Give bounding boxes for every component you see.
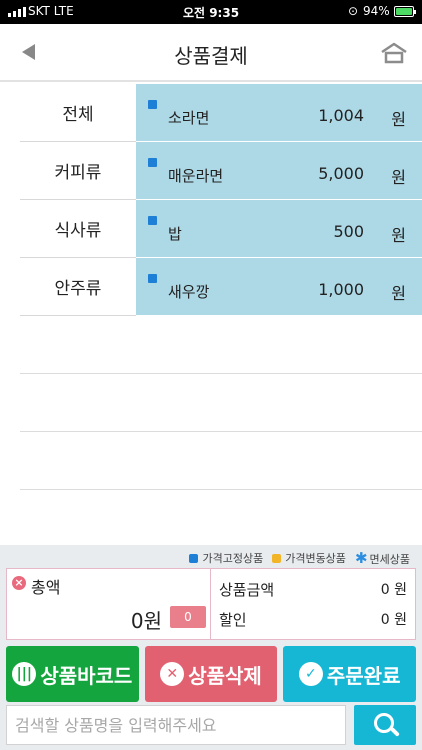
discount-value: 0 원 xyxy=(380,612,407,628)
fixed-price-swatch xyxy=(189,554,199,563)
category-label: 안주류 xyxy=(54,279,102,299)
search-input[interactable] xyxy=(6,705,346,745)
battery-icon xyxy=(394,6,416,17)
total-label: 총액 xyxy=(31,578,61,597)
category-list: 전체 커피류 식사류 안주류 xyxy=(20,84,136,316)
product-amount-row: 상품금액 0 원 xyxy=(219,574,407,604)
product-name: 소라면 xyxy=(168,109,210,127)
product-price: 500 xyxy=(333,222,364,241)
category-item-coffee[interactable]: 커피류 xyxy=(20,142,136,200)
product-name: 밥 xyxy=(168,225,182,243)
product-amount-label: 상품금액 xyxy=(219,580,275,599)
complete-order-button[interactable]: ✓ 주문완료 xyxy=(283,646,417,702)
empty-list-area xyxy=(20,316,422,490)
fixed-price-marker xyxy=(148,216,157,225)
product-price: 1,004 xyxy=(318,106,364,125)
search-button[interactable] xyxy=(354,705,416,745)
close-circle-icon: ✕ xyxy=(160,662,185,686)
total-amount-section: × 총액 0원 0 xyxy=(7,569,211,639)
price-unit: 원 xyxy=(391,284,406,303)
totals-box: × 총액 0원 0 상품금액 0 원 할인 0 원 xyxy=(6,568,416,640)
amount-detail-section: 상품금액 0 원 할인 0 원 xyxy=(211,569,415,639)
asterisk-icon: ✱ xyxy=(354,549,368,567)
product-price: 5,000 xyxy=(318,164,364,183)
status-bar: SKT LTE 오전 9:35 ⊙ 94% xyxy=(0,0,422,24)
fixed-price-marker xyxy=(148,100,157,109)
rotation-lock-icon: ⊙ xyxy=(348,4,359,18)
product-item[interactable]: 밥 500 원 xyxy=(136,200,422,258)
legend-fixed: 가격고정상품 xyxy=(189,550,263,566)
legend-variable: 가격변동상품 xyxy=(272,550,346,566)
category-label: 전체 xyxy=(62,105,94,125)
product-item[interactable]: 소라면 1,004 원 xyxy=(136,84,422,142)
category-item-meal[interactable]: 식사류 xyxy=(20,200,136,258)
close-circle-icon[interactable]: × xyxy=(12,576,26,590)
product-price: 1,000 xyxy=(318,280,364,299)
search-bar xyxy=(6,705,416,745)
legend-taxfree: ✱ 면세상품 xyxy=(354,549,410,567)
price-legend: 가격고정상품 가격변동상품 ✱ 면세상품 xyxy=(189,549,410,567)
product-item[interactable]: 매운라면 5,000 원 xyxy=(136,142,422,200)
product-name: 매운라면 xyxy=(168,167,224,185)
battery-percent: 94% xyxy=(363,4,390,18)
action-buttons: ||| 상품바코드 ✕ 상품삭제 ✓ 주문완료 xyxy=(6,646,417,702)
price-unit: 원 xyxy=(391,168,406,187)
barcode-button-label: 상품바코드 xyxy=(40,663,133,688)
category-label: 식사류 xyxy=(54,221,102,241)
fixed-price-marker xyxy=(148,158,157,167)
discount-label: 할인 xyxy=(219,610,247,629)
discount-row: 할인 0 원 xyxy=(219,604,407,634)
category-item-snack[interactable]: 안주류 xyxy=(20,258,136,316)
complete-order-button-label: 주문완료 xyxy=(326,663,401,688)
variable-price-swatch xyxy=(272,554,282,563)
item-count-badge: 0 xyxy=(170,606,206,628)
category-label: 커피류 xyxy=(54,163,102,183)
payment-panel: 가격고정상품 가격변동상품 ✱ 면세상품 × 총액 0원 0 상품금액 0 원 할… xyxy=(0,545,422,750)
price-unit: 원 xyxy=(391,110,406,129)
home-icon[interactable] xyxy=(380,41,408,65)
product-item[interactable]: 새우깡 1,000 원 xyxy=(136,258,422,316)
product-list: 소라면 1,004 원 매운라면 5,000 원 밥 500 원 새우깡 1,0… xyxy=(136,84,422,316)
barcode-icon: ||| xyxy=(12,662,37,686)
app-header: 상품결제 xyxy=(0,24,422,82)
page-title: 상품결제 xyxy=(174,44,248,68)
category-item-all[interactable]: 전체 xyxy=(20,84,136,142)
total-amount: 0원 xyxy=(130,609,162,633)
product-amount-value: 0 원 xyxy=(380,582,407,598)
delete-button-label: 상품삭제 xyxy=(188,663,262,688)
price-unit: 원 xyxy=(391,226,406,245)
delete-button[interactable]: ✕ 상품삭제 xyxy=(144,646,278,702)
product-name: 새우깡 xyxy=(168,283,210,301)
barcode-button[interactable]: ||| 상품바코드 xyxy=(6,646,139,702)
check-circle-icon: ✓ xyxy=(298,662,323,686)
fixed-price-marker xyxy=(148,274,157,283)
clock: 오전 9:35 xyxy=(182,6,240,20)
